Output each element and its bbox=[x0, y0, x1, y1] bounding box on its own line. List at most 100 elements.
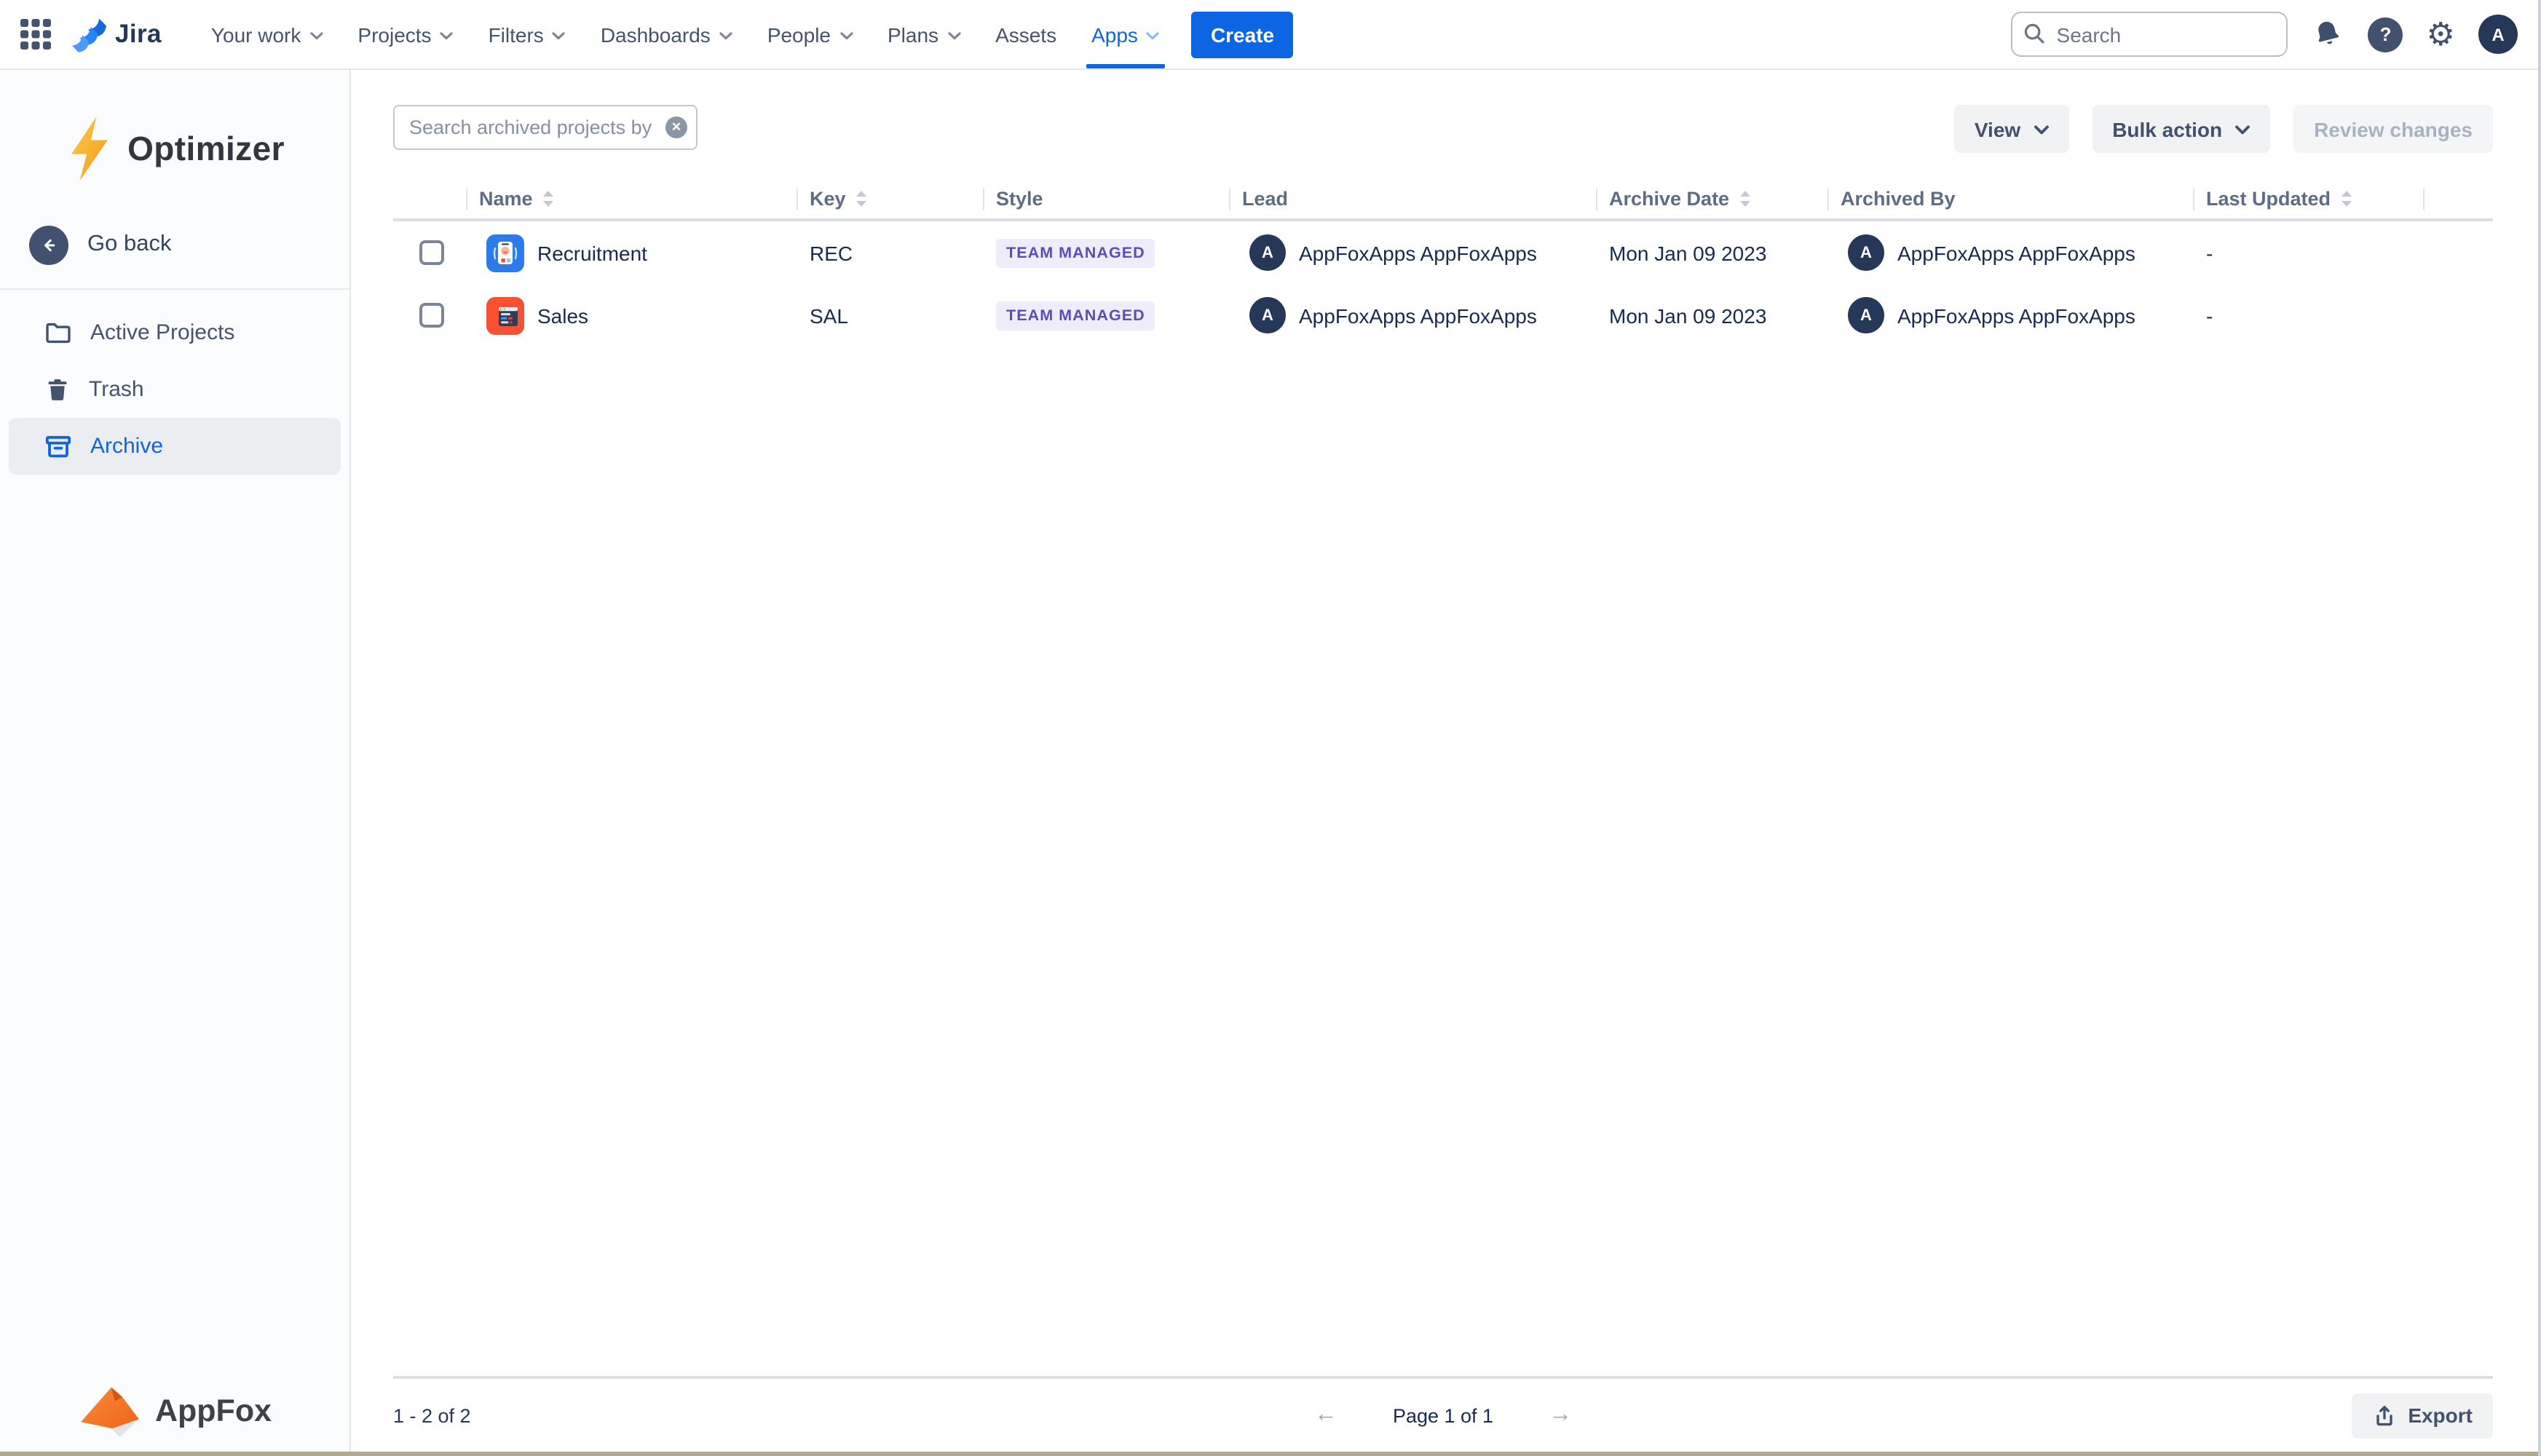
sidebar: Optimizer Go back Active Projects bbox=[0, 70, 351, 1456]
archive-icon bbox=[44, 432, 73, 461]
column-label: Last Updated bbox=[2206, 188, 2331, 210]
nav-item-label: Apps bbox=[1091, 23, 1138, 46]
nav-item-apps[interactable]: Apps bbox=[1074, 0, 1177, 68]
nav-item-plans[interactable]: Plans bbox=[870, 0, 978, 68]
header-cell-archived-by: Archived By bbox=[1827, 179, 2193, 218]
window-right-edge bbox=[2538, 0, 2541, 1456]
global-search-input[interactable] bbox=[2012, 12, 2288, 57]
go-back-button[interactable]: Go back bbox=[0, 218, 349, 271]
archived-by-cell: A AppFoxApps AppFoxApps bbox=[1827, 297, 2193, 333]
chevron-down-icon bbox=[839, 31, 853, 40]
export-button[interactable]: Export bbox=[2351, 1393, 2493, 1438]
app-switcher-icon[interactable] bbox=[20, 19, 51, 50]
row-checkbox[interactable] bbox=[419, 303, 444, 328]
nav-item-label: Assets bbox=[995, 23, 1056, 46]
product-name: Jira bbox=[115, 19, 162, 50]
nav-item-assets[interactable]: Assets bbox=[978, 0, 1074, 68]
sidebar-item-active-projects[interactable]: Active Projects bbox=[9, 304, 341, 361]
column-label: Key bbox=[810, 188, 846, 210]
row-checkbox[interactable] bbox=[419, 240, 444, 265]
lead-cell: A AppFoxApps AppFoxApps bbox=[1229, 234, 1596, 271]
user-menu-button[interactable]: A bbox=[2478, 15, 2518, 54]
project-name-cell: Sales bbox=[466, 296, 797, 334]
view-button[interactable]: View bbox=[1954, 105, 2068, 153]
results-range: 1 - 2 of 2 bbox=[393, 1404, 471, 1426]
lead-cell: A AppFoxApps AppFoxApps bbox=[1229, 297, 1596, 333]
project-name: Recruitment bbox=[537, 241, 647, 264]
clear-search-icon[interactable]: ✕ bbox=[665, 116, 687, 138]
chevron-down-icon bbox=[309, 31, 323, 40]
avatar: A bbox=[1249, 297, 1286, 333]
avatar: A bbox=[2478, 15, 2518, 54]
previous-page-button[interactable]: ← bbox=[1314, 1402, 1337, 1428]
trash-icon bbox=[44, 376, 71, 403]
header-cell-lead: Lead bbox=[1229, 179, 1596, 218]
project-style-cell: TEAM MANAGED bbox=[983, 301, 1229, 330]
archive-search-input[interactable] bbox=[393, 105, 698, 150]
project-key-cell: REC bbox=[797, 241, 983, 264]
header-cell-end bbox=[2423, 179, 2493, 218]
top-nav-left: Jira Your work Projects Filters Dashboar… bbox=[20, 0, 1293, 68]
style-badge: TEAM MANAGED bbox=[996, 238, 1155, 267]
nav-item-dashboards[interactable]: Dashboards bbox=[583, 0, 750, 68]
last-updated-cell: - bbox=[2193, 241, 2423, 264]
nav-item-projects[interactable]: Projects bbox=[340, 0, 470, 68]
lightning-bolt-icon bbox=[65, 116, 113, 181]
chevron-down-icon bbox=[947, 31, 960, 40]
chevron-down-icon bbox=[719, 31, 732, 40]
sort-icon bbox=[855, 189, 868, 208]
bulk-action-button[interactable]: Bulk action bbox=[2092, 105, 2270, 153]
gear-icon: ⚙ bbox=[2427, 18, 2455, 50]
chevron-down-icon bbox=[1147, 31, 1160, 40]
project-key-cell: SAL bbox=[797, 304, 983, 327]
sidebar-item-trash[interactable]: Trash bbox=[9, 361, 341, 418]
bulk-action-label: Bulk action bbox=[2112, 117, 2222, 141]
header-cell-name[interactable]: Name bbox=[466, 179, 797, 218]
style-badge: TEAM MANAGED bbox=[996, 301, 1155, 330]
nav-item-people[interactable]: People bbox=[750, 0, 870, 68]
app-window: Jira Your work Projects Filters Dashboar… bbox=[0, 0, 2541, 1456]
help-button[interactable]: ? bbox=[2368, 17, 2403, 52]
header-cell-key[interactable]: Key bbox=[797, 179, 983, 218]
table-row: Recruitment REC TEAM MANAGED A AppFoxApp… bbox=[393, 221, 2493, 284]
export-label: Export bbox=[2408, 1404, 2473, 1427]
archived-by-name: AppFoxApps AppFoxApps bbox=[1897, 241, 2135, 264]
create-button[interactable]: Create bbox=[1192, 11, 1293, 58]
optimizer-logo: Optimizer bbox=[0, 116, 349, 181]
table-footer: 1 - 2 of 2 ← Page 1 of 1 → Export bbox=[393, 1376, 2493, 1452]
chevron-down-icon bbox=[553, 31, 566, 40]
app-name: Optimizer bbox=[127, 129, 285, 168]
archived-projects-table: Name Key Style Lead Archive Date bbox=[393, 179, 2493, 347]
sidebar-item-archive[interactable]: Archive bbox=[9, 418, 341, 475]
sidebar-item-label: Trash bbox=[89, 377, 144, 402]
arrow-left-icon bbox=[29, 225, 68, 264]
nav-item-filters[interactable]: Filters bbox=[471, 0, 583, 68]
column-label: Archived By bbox=[1841, 188, 1956, 210]
pagination: ← Page 1 of 1 → bbox=[1314, 1402, 1572, 1428]
avatar: A bbox=[1848, 234, 1884, 271]
next-page-button[interactable]: → bbox=[1549, 1402, 1572, 1428]
fox-icon bbox=[78, 1383, 143, 1439]
top-nav-right: ? ⚙ A bbox=[2012, 12, 2518, 57]
review-changes-button[interactable]: Review changes bbox=[2293, 105, 2493, 153]
primary-nav: Your work Projects Filters Dashboards Pe… bbox=[194, 0, 1177, 68]
sidebar-item-label: Archive bbox=[90, 434, 163, 459]
column-label: Lead bbox=[1242, 188, 1288, 210]
notifications-button[interactable] bbox=[2312, 17, 2345, 51]
header-cell-last-updated[interactable]: Last Updated bbox=[2193, 179, 2423, 218]
header-cell-archive-date[interactable]: Archive Date bbox=[1596, 179, 1827, 218]
archived-by-name: AppFoxApps AppFoxApps bbox=[1897, 304, 2135, 327]
settings-button[interactable]: ⚙ bbox=[2427, 18, 2455, 50]
export-icon bbox=[2371, 1403, 2396, 1428]
nav-item-label: Projects bbox=[357, 23, 431, 46]
table-header-row: Name Key Style Lead Archive Date bbox=[393, 179, 2493, 221]
toolbar-actions: View Bulk action Review changes bbox=[1954, 105, 2493, 153]
jira-logo[interactable]: Jira bbox=[71, 16, 162, 52]
archive-search: ✕ bbox=[393, 105, 698, 150]
avatar: A bbox=[1249, 234, 1286, 271]
nav-item-your-work[interactable]: Your work bbox=[194, 0, 341, 68]
project-avatar-recruitment bbox=[486, 234, 524, 272]
chevron-down-icon bbox=[2235, 125, 2250, 135]
header-cell-checkbox bbox=[393, 179, 466, 218]
help-icon: ? bbox=[2368, 17, 2403, 52]
